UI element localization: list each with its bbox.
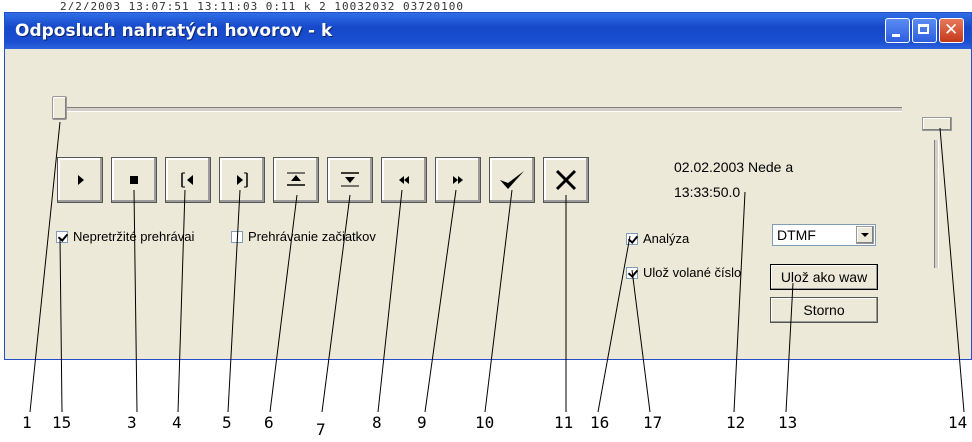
- callout-label: 15: [52, 413, 72, 432]
- callout-label: 14: [948, 413, 968, 432]
- callout-label: 4: [172, 413, 182, 432]
- callout-label: 1: [22, 413, 32, 432]
- callout-label: 10: [475, 413, 495, 432]
- callout-label: 5: [222, 413, 232, 432]
- callout-label: 8: [372, 413, 382, 432]
- callout-label: 11: [554, 413, 574, 432]
- callout-label: 13: [778, 413, 798, 432]
- callout-label: 17: [643, 413, 663, 432]
- callout-label: 3: [127, 413, 137, 432]
- callout-label: 7: [316, 420, 326, 439]
- callout-label: 6: [264, 413, 274, 432]
- callout-label: 16: [590, 413, 610, 432]
- callout-lines: [29, 121, 965, 413]
- callout-label: 12: [726, 413, 746, 432]
- callout-label: 9: [417, 413, 427, 432]
